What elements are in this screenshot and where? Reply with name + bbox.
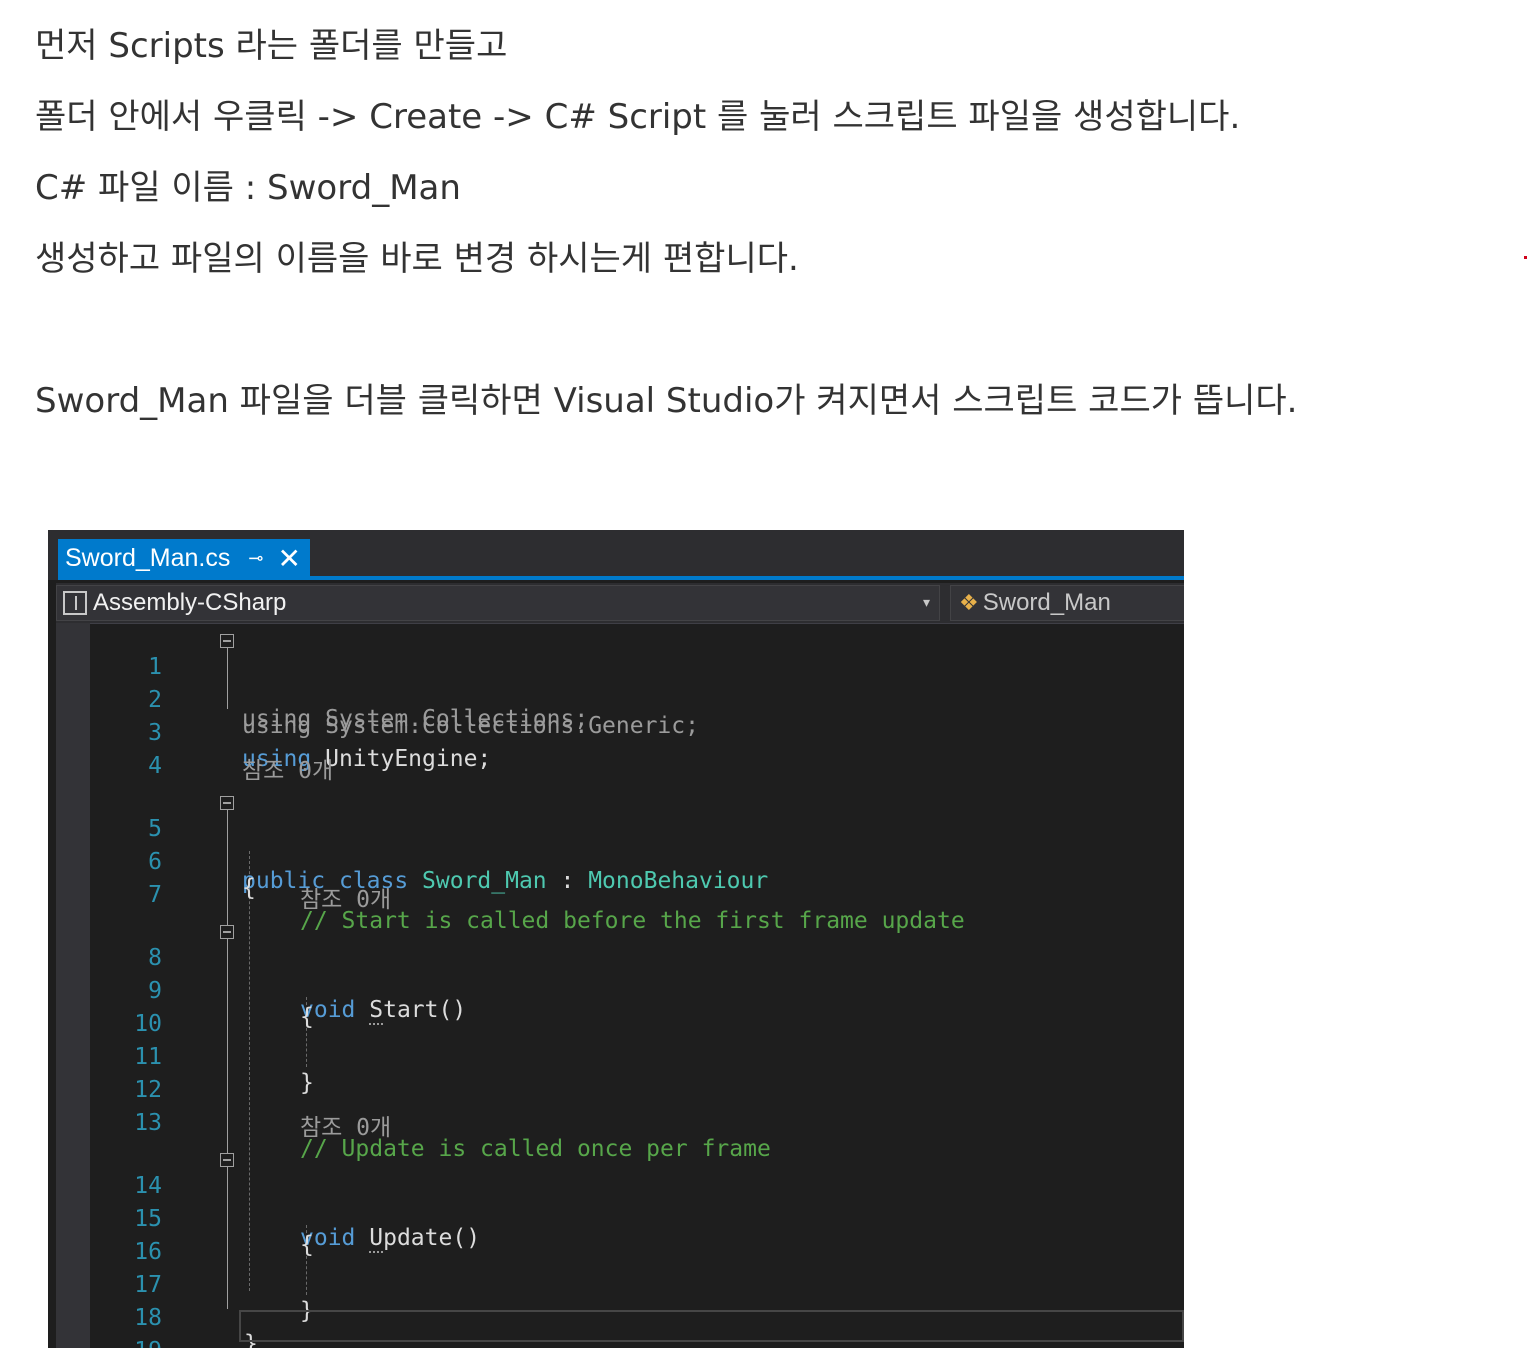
class-icon: ❖ — [959, 590, 979, 615]
editor-tab-strip: Sword_Man.cs ⊸ ✕ — [48, 530, 1184, 580]
code-line: 3 using UnityEngine; — [48, 691, 1184, 772]
current-line-highlight — [239, 1310, 1184, 1342]
close-icon[interactable]: ✕ — [277, 544, 300, 573]
code-line: 14 void Update() — [48, 1144, 1184, 1253]
code-line: 10 — [48, 982, 1184, 1037]
codelens-references[interactable]: 참조 0개 — [242, 755, 333, 787]
code-line: 4 — [48, 724, 1184, 779]
project-name: Assembly-CSharp — [93, 589, 287, 616]
line-number: 19 — [92, 1335, 162, 1348]
code-line: 7 // Start is called before the first fr… — [48, 853, 1184, 934]
pin-icon[interactable]: ⊸ — [248, 548, 263, 569]
paragraph-rename-tip: 생성하고 파일의 이름을 바로 변경 하시는게 편합니다. — [35, 239, 799, 279]
class-name: Sword_Man — [982, 589, 1111, 616]
tab-title: Sword_Man.cs — [65, 544, 231, 572]
collapse-icon[interactable] — [220, 1153, 234, 1167]
code-line: 9 { — [48, 949, 1184, 1030]
code-line: 2 using System.Collections.Generic; — [48, 658, 1184, 739]
code-line: 17 } — [48, 1243, 1184, 1324]
codelens-references[interactable]: 참조 0개 — [300, 884, 391, 916]
code-line: 12 — [48, 1048, 1184, 1103]
line-number: 13 — [134, 1110, 162, 1136]
paragraph-create-script: 폴더 안에서 우클릭 -> Create -> C# Script 를 눌러 스… — [35, 97, 1241, 137]
paragraph-intro: 먼저 Scripts 라는 폴더를 만들고 — [35, 26, 508, 66]
code-line: 5 public class Sword_Man : MonoBehaviour — [48, 787, 1184, 894]
project-dropdown[interactable]: Assembly-CSharp ▾ — [56, 585, 940, 621]
project-icon — [63, 591, 87, 615]
collapse-icon[interactable] — [220, 634, 234, 648]
paragraph-file-name: C# 파일 이름 : Sword_Man — [35, 168, 461, 208]
class-dropdown[interactable]: ❖ Sword_Man — [950, 585, 1184, 621]
red-dot-marker — [1524, 256, 1527, 259]
line-number: 4 — [148, 753, 162, 779]
tab-accent-line — [58, 576, 1184, 580]
line-number: 7 — [148, 882, 162, 908]
code-line: 13 // Update is called once per frame — [48, 1081, 1184, 1162]
codelens-references[interactable]: 참조 0개 — [300, 1112, 391, 1144]
code-line: 16 — [48, 1210, 1184, 1265]
code-line: 11 } — [48, 1015, 1184, 1096]
tab-sword-man-cs[interactable]: Sword_Man.cs ⊸ ✕ — [58, 539, 310, 578]
code-line: 18 } — [48, 1276, 1184, 1348]
code-line: 8 void Start() — [48, 916, 1184, 1025]
navigation-bar: Assembly-CSharp ▾ ❖ Sword_Man — [56, 583, 1184, 624]
chevron-down-icon[interactable]: ▾ — [923, 594, 930, 611]
code-line: 15 { — [48, 1177, 1184, 1258]
visual-studio-editor: Sword_Man.cs ⊸ ✕ Assembly-CSharp ▾ ❖ Swo… — [48, 530, 1184, 1348]
collapse-icon[interactable] — [220, 925, 234, 939]
code-line: 1 using System.Collections; — [48, 625, 1184, 732]
paragraph-double-click: Sword_Man 파일을 더블 클릭하면 Visual Studio가 켜지면… — [35, 381, 1298, 421]
collapse-icon[interactable] — [220, 796, 234, 810]
code-line: 6 { — [48, 820, 1184, 901]
